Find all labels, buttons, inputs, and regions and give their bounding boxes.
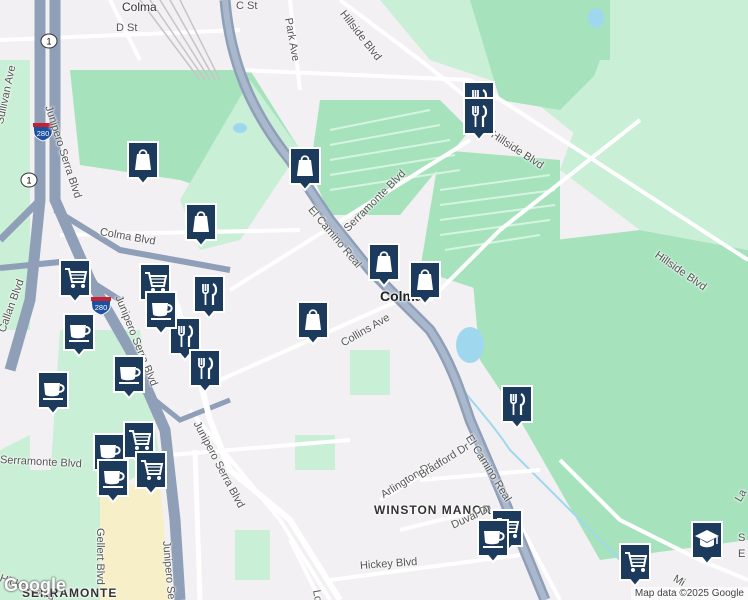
poi-marker[interactable] xyxy=(144,290,178,336)
street-label-gellert: Gellert Blvd xyxy=(94,528,106,585)
google-logo: Google xyxy=(4,575,66,596)
route-1-mid-shield-text: 1 xyxy=(26,176,31,186)
interstate-280-mid-shield-text: 280 xyxy=(95,303,108,312)
town-label-colma-top: Colma xyxy=(122,0,157,14)
poi-marker[interactable] xyxy=(296,300,330,346)
route-1-shield-mid: 1 xyxy=(20,172,38,193)
poi-marker[interactable] xyxy=(476,518,510,564)
street-label-e: E xyxy=(738,548,746,560)
poi-marker[interactable] xyxy=(618,542,652,588)
poi-marker[interactable] xyxy=(96,458,130,504)
poi-marker[interactable] xyxy=(408,260,442,306)
poi-marker[interactable] xyxy=(288,146,322,192)
poi-marker[interactable] xyxy=(62,312,96,358)
poi-marker[interactable] xyxy=(134,450,168,496)
street-label-s: S xyxy=(738,532,746,544)
poi-marker[interactable] xyxy=(367,242,401,288)
route-1-shield: 1 xyxy=(40,33,58,54)
poi-marker[interactable] xyxy=(500,384,534,430)
poi-marker[interactable] xyxy=(126,140,160,186)
google-logo-text: Google xyxy=(4,575,66,595)
poi-marker[interactable] xyxy=(184,202,218,248)
map-canvas[interactable]: 1 1 280 280 Colma C St D St Park Ave Hil… xyxy=(0,0,748,600)
poi-marker[interactable] xyxy=(36,370,70,416)
poi-marker[interactable] xyxy=(192,274,226,320)
interstate-280-shield-text: 280 xyxy=(37,129,50,138)
poi-marker[interactable] xyxy=(690,520,724,566)
route-1-shield-text: 1 xyxy=(46,37,51,47)
street-label-d-st: D St xyxy=(116,22,138,34)
map-attribution[interactable]: Map data ©2025 Google xyxy=(630,587,748,600)
street-label-c-st: C St xyxy=(236,0,258,12)
poi-marker[interactable] xyxy=(112,354,146,400)
poi-marker[interactable] xyxy=(462,96,496,142)
poi-marker[interactable] xyxy=(188,348,222,394)
poi-marker[interactable] xyxy=(58,258,92,304)
